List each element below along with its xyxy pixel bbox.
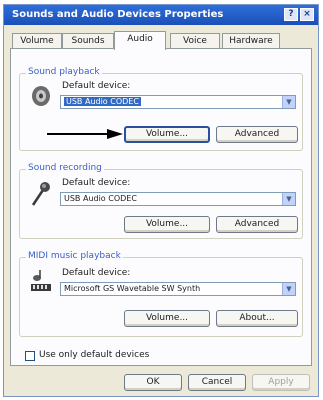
recording-device-value: USB Audio CODEC <box>64 194 137 203</box>
playback-advanced-button[interactable]: Advanced <box>216 126 298 143</box>
recording-volume-button[interactable]: Volume... <box>124 216 210 233</box>
midi-synth-icon <box>31 270 51 291</box>
ok-button[interactable]: OK <box>124 374 182 391</box>
title-bar[interactable]: Sounds and Audio Devices Properties <box>4 5 318 25</box>
microphone-icon <box>31 182 50 206</box>
midi-playback-group: MIDI music playback Default device: Micr… <box>19 251 303 337</box>
midi-about-button[interactable]: About... <box>216 310 298 327</box>
recording-device-select[interactable]: USB Audio CODEC ▼ <box>60 192 296 206</box>
chevron-down-icon[interactable]: ▼ <box>282 96 295 108</box>
playback-volume-button[interactable]: Volume... <box>124 126 210 143</box>
tab-volume[interactable]: Volume <box>12 33 62 49</box>
sound-properties-dialog: Sounds and Audio Devices Properties ? × … <box>3 4 319 397</box>
playback-device-value: USB Audio CODEC <box>64 97 141 106</box>
apply-button[interactable]: Apply <box>252 374 310 391</box>
midi-playback-legend: MIDI music playback <box>26 251 123 261</box>
chevron-down-icon[interactable]: ▼ <box>282 283 295 295</box>
playback-default-label: Default device: <box>62 81 131 91</box>
midi-default-label: Default device: <box>62 268 131 278</box>
arrow-pointer-icon <box>47 129 123 139</box>
tab-sounds[interactable]: Sounds <box>62 33 114 49</box>
tab-audio[interactable]: Audio <box>114 31 166 50</box>
tab-voice[interactable]: Voice <box>170 33 220 49</box>
cancel-button[interactable]: Cancel <box>188 374 246 391</box>
sound-playback-group: Sound playback Default device: USB Audio… <box>19 67 303 151</box>
sound-playback-legend: Sound playback <box>26 67 102 77</box>
tab-strip: Volume Sounds Audio Voice Hardware <box>10 31 312 50</box>
use-default-devices-label[interactable]: Use only default devices <box>39 350 149 360</box>
sound-recording-group: Sound recording Default device: USB Audi… <box>19 163 303 239</box>
use-default-devices-checkbox[interactable] <box>25 351 35 361</box>
audio-tab-panel: Sound playback Default device: USB Audio… <box>10 48 312 366</box>
midi-device-select[interactable]: Microsoft GS Wavetable SW Synth ▼ <box>60 282 296 296</box>
window-title: Sounds and Audio Devices Properties <box>12 9 224 20</box>
midi-device-value: Microsoft GS Wavetable SW Synth <box>64 284 201 293</box>
help-button[interactable]: ? <box>284 8 298 21</box>
speaker-icon <box>32 86 50 106</box>
midi-volume-button[interactable]: Volume... <box>124 310 210 327</box>
recording-default-label: Default device: <box>62 178 131 188</box>
recording-advanced-button[interactable]: Advanced <box>216 216 298 233</box>
playback-device-select[interactable]: USB Audio CODEC ▼ <box>60 95 296 109</box>
close-button[interactable]: × <box>300 8 314 21</box>
tab-hardware[interactable]: Hardware <box>222 33 280 49</box>
sound-recording-legend: Sound recording <box>26 163 104 173</box>
chevron-down-icon[interactable]: ▼ <box>282 193 295 205</box>
